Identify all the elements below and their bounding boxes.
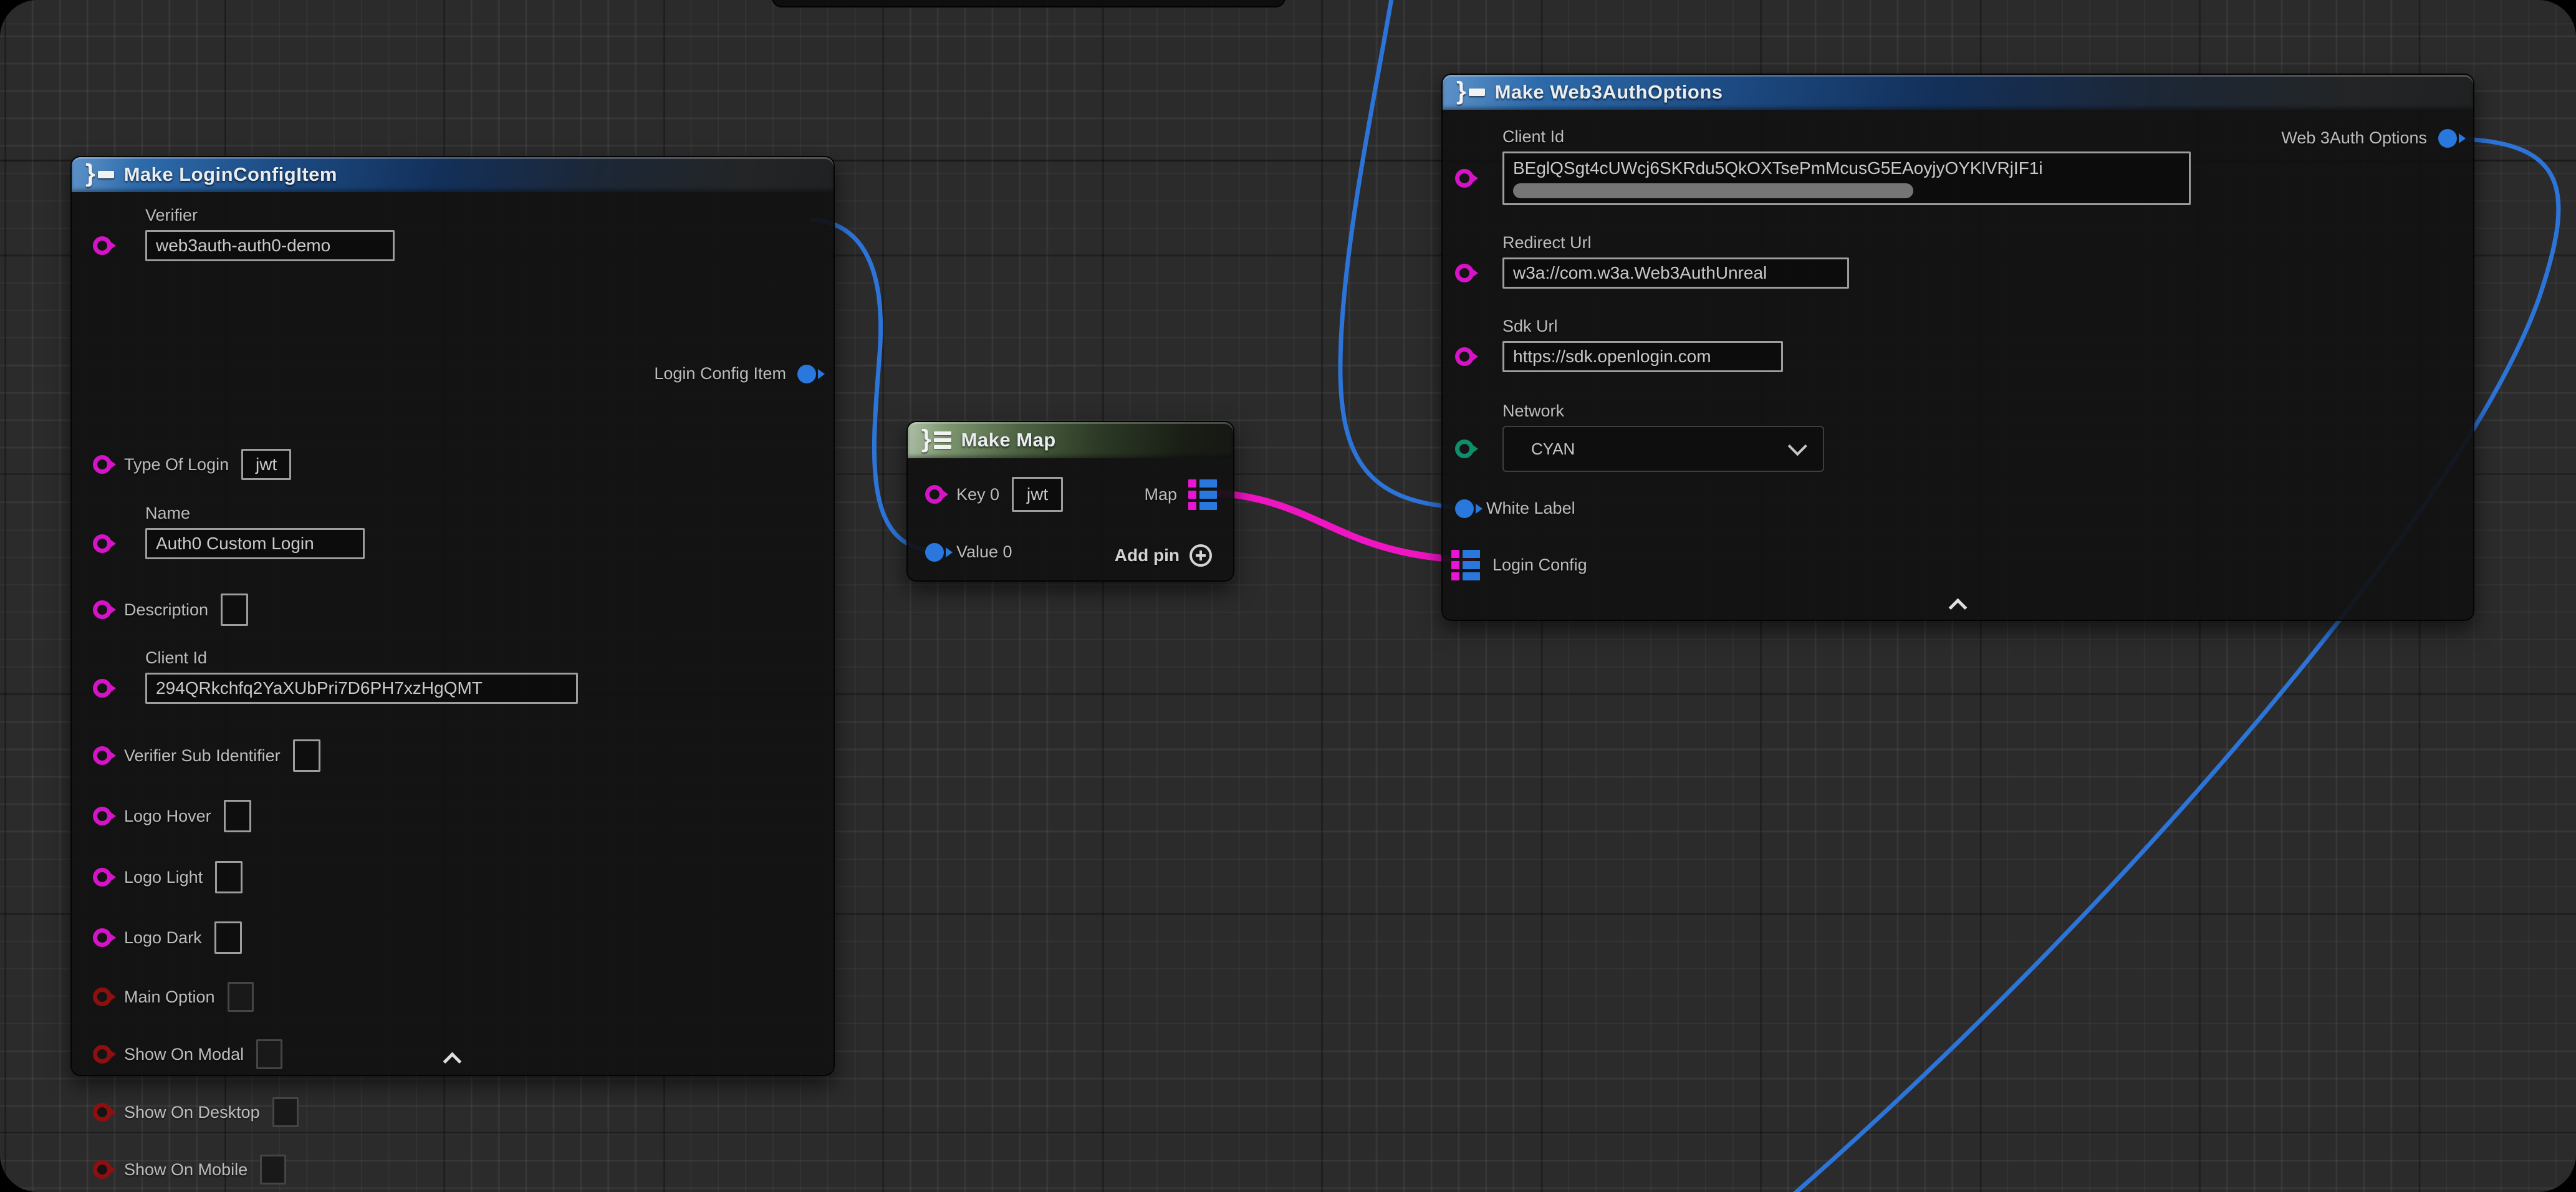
verifier-label: Verifier (145, 206, 395, 225)
key0-label: Key 0 (956, 485, 999, 504)
redirect-url-field[interactable]: w3a://com.w3a.Web3AuthUnreal (1502, 257, 1849, 289)
sdk-url-label: Sdk Url (1502, 317, 1783, 336)
login-config-label: Login Config (1492, 555, 1587, 575)
add-pin-button[interactable]: Add pin (1115, 544, 1212, 567)
verifier-field[interactable]: web3auth-auth0-demo (145, 230, 395, 261)
value0-label: Value 0 (956, 542, 1012, 562)
login-config-item-output-pin[interactable] (797, 365, 816, 383)
verifier-sub-identifier-field[interactable] (293, 739, 320, 772)
logo-light-field[interactable] (215, 861, 243, 893)
wire-map-to-loginconfig[interactable] (1211, 493, 1476, 560)
logo-hover-label: Logo Hover (124, 807, 211, 826)
redirect-url-pin[interactable] (1455, 264, 1474, 282)
map-out-label: Map (1144, 485, 1177, 504)
make-map-icon: } (921, 428, 951, 453)
name-label: Name (145, 504, 365, 523)
node-title: Make Web3AuthOptions (1495, 81, 1723, 103)
collapse-chevron-icon[interactable] (442, 1054, 463, 1066)
node-make-map[interactable]: } Make Map Key 0 jwt Map Value 0 Add pin (906, 421, 1234, 582)
show-on-mobile-label: Show On Mobile (124, 1160, 248, 1180)
dropdown-chevron-icon (1788, 436, 1807, 456)
blueprint-graph-canvas[interactable]: } Make LoginConfigItem Login Config Item… (0, 0, 2576, 1192)
client-id-label: Client Id (1502, 127, 2191, 147)
map-pin-icon[interactable] (1188, 479, 1217, 510)
make-struct-icon: } (1456, 80, 1485, 105)
offscreen-node-stub (772, 0, 1286, 7)
client-id-pin[interactable] (93, 679, 112, 698)
show-on-desktop-label: Show On Desktop (124, 1103, 260, 1122)
logo-dark-label: Logo Dark (124, 928, 202, 948)
type-of-login-label: Type Of Login (124, 455, 229, 474)
node-header-make-web3authoptions[interactable]: } Make Web3AuthOptions (1443, 75, 2473, 110)
description-label: Description (124, 600, 208, 620)
sdk-url-field[interactable]: https://sdk.openlogin.com (1502, 341, 1783, 372)
client-id-pin[interactable] (1455, 169, 1474, 188)
verifier-sub-identifier-pin[interactable] (93, 746, 112, 765)
show-on-desktop-pin[interactable] (93, 1103, 112, 1122)
node-header-make-loginconfigitem[interactable]: } Make LoginConfigItem (72, 157, 834, 192)
network-pin[interactable] (1455, 440, 1474, 458)
main-option-checkbox[interactable] (228, 982, 254, 1012)
node-make-web3authoptions[interactable]: } Make Web3AuthOptions Web 3Auth Options… (1441, 74, 2474, 621)
node-title: Make Map (961, 429, 1056, 451)
network-label: Network (1502, 401, 1824, 421)
logo-hover-pin[interactable] (93, 807, 112, 825)
description-pin[interactable] (93, 600, 112, 619)
show-on-modal-label: Show On Modal (124, 1045, 244, 1064)
verifier-sub-identifier-label: Verifier Sub Identifier (124, 746, 281, 766)
node-make-loginconfigitem[interactable]: } Make LoginConfigItem Login Config Item… (70, 156, 835, 1076)
logo-dark-pin[interactable] (93, 928, 112, 947)
logo-light-pin[interactable] (93, 868, 112, 887)
show-on-mobile-pin[interactable] (93, 1160, 112, 1179)
logo-dark-field[interactable] (214, 921, 242, 954)
network-dropdown-value: CYAN (1531, 440, 1575, 459)
web3auth-options-output-pin[interactable] (2438, 129, 2457, 148)
type-of-login-field[interactable]: jwt (241, 449, 291, 480)
white-label-pin[interactable] (1455, 499, 1474, 518)
network-dropdown[interactable]: CYAN (1502, 426, 1824, 472)
white-label-label: White Label (1486, 499, 1575, 518)
node-header-make-map[interactable]: } Make Map (908, 422, 1233, 458)
type-of-login-pin[interactable] (93, 455, 112, 474)
show-on-desktop-checkbox[interactable] (272, 1097, 299, 1127)
description-field[interactable] (221, 594, 248, 626)
verifier-pin[interactable] (93, 236, 112, 255)
key0-field[interactable]: jwt (1012, 477, 1063, 512)
show-on-modal-checkbox[interactable] (256, 1039, 282, 1069)
login-config-map-pin-icon[interactable] (1451, 550, 1480, 580)
name-pin[interactable] (93, 534, 112, 553)
name-field[interactable]: Auth0 Custom Login (145, 528, 365, 559)
show-on-mobile-checkbox[interactable] (260, 1155, 286, 1185)
add-pin-icon (1189, 544, 1212, 567)
client-id-label: Client Id (145, 648, 578, 668)
add-pin-label: Add pin (1115, 546, 1180, 565)
main-option-pin[interactable] (93, 988, 112, 1006)
key0-pin[interactable] (925, 485, 944, 504)
show-on-modal-pin[interactable] (93, 1045, 112, 1064)
sdk-url-pin[interactable] (1455, 347, 1474, 366)
logo-light-label: Logo Light (124, 868, 203, 887)
collapse-chevron-icon[interactable] (1948, 600, 1969, 612)
make-struct-icon: } (85, 162, 114, 187)
redirect-url-label: Redirect Url (1502, 233, 1849, 252)
main-option-label: Main Option (124, 988, 215, 1007)
client-id-value: BEglQSgt4cUWcj6SKRdu5QkOXTsePmMcusG5EAoy… (1513, 158, 2043, 178)
client-id-field[interactable]: BEglQSgt4cUWcj6SKRdu5QkOXTsePmMcusG5EAoy… (1502, 151, 2191, 205)
logo-hover-field[interactable] (224, 800, 251, 832)
client-id-scrollbar[interactable] (1513, 183, 1913, 198)
output-pin-label: Web 3Auth Options (2281, 128, 2427, 148)
node-title: Make LoginConfigItem (124, 163, 337, 186)
value0-pin[interactable] (925, 543, 944, 562)
client-id-field[interactable]: 294QRkchfq2YaXUbPri7D6PH7xzHgQMT (145, 673, 578, 704)
output-pin-label: Login Config Item (654, 364, 786, 383)
